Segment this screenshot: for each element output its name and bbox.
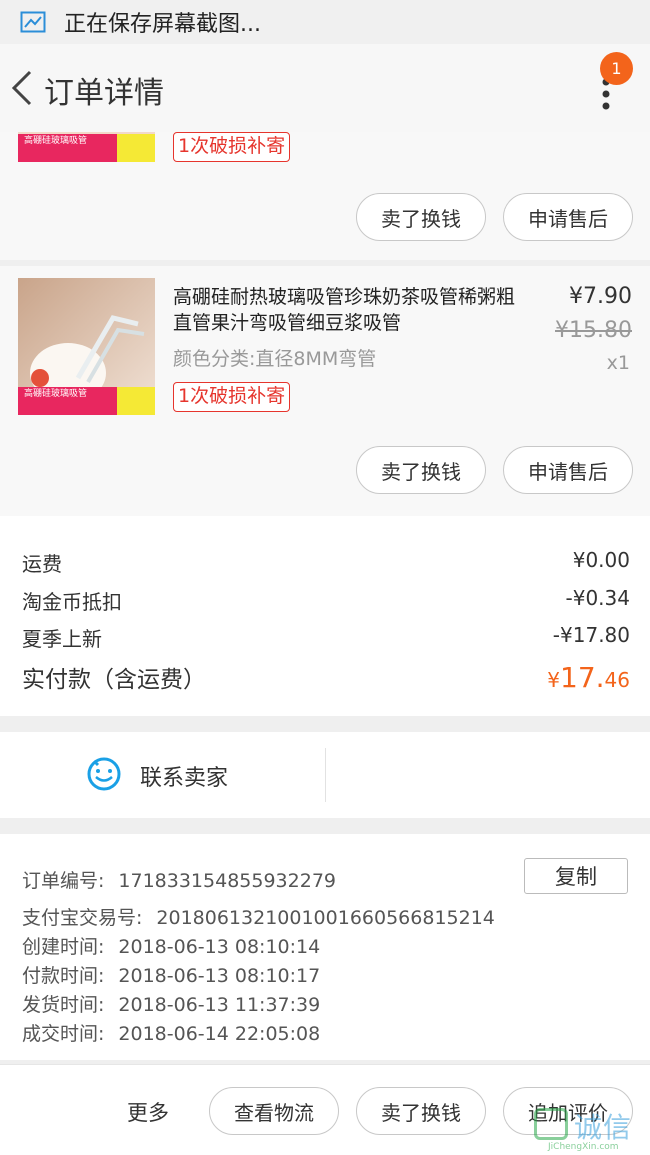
shipping-label: 运费 (22, 552, 62, 576)
divider (325, 748, 326, 802)
sell-button[interactable]: 卖了换钱 (356, 1087, 486, 1135)
sell-button[interactable]: 卖了换钱 (356, 193, 486, 241)
contact-seller-icon[interactable] (86, 756, 122, 792)
nav-bar: 订单详情 1 (0, 44, 650, 132)
shipped-row: 发货时间: 2018-06-13 11:37:39 (22, 990, 320, 1017)
sell-button[interactable]: 卖了换钱 (356, 446, 486, 494)
thumb-banner: 高硼硅玻璃吸管 (18, 134, 155, 162)
product-thumbnail[interactable]: 高硼硅玻璃吸管 (18, 278, 155, 415)
price-summary: 运费 ¥0.00 淘金币抵扣 -¥0.34 夏季上新 -¥17.80 实付款（含… (0, 516, 650, 716)
paid-time-label: 付款时间: (22, 965, 105, 987)
created-label: 创建时间: (22, 936, 105, 958)
aftersale-button[interactable]: 申请售后 (503, 193, 633, 241)
thumb-text: 高硼硅玻璃吸管 (24, 389, 88, 399)
paid-time-row: 付款时间: 2018-06-13 08:10:17 (22, 961, 320, 988)
paid-value: ¥17.46 (547, 661, 630, 694)
order-number-row: 订单编号: 171833154855932279 (22, 866, 336, 893)
paid-time: 2018-06-13 08:10:17 (118, 965, 321, 987)
watermark-site: JiChengXin.com (548, 1142, 619, 1152)
back-arrow-icon[interactable] (6, 66, 40, 110)
order-number-label: 订单编号: (22, 870, 105, 892)
order-number: 171833154855932279 (118, 870, 336, 892)
product-spec: 颜色分类:直径8MM弯管 (173, 348, 377, 370)
more-button[interactable]: 更多 (127, 1097, 169, 1127)
product-title[interactable]: 高硼硅耐热玻璃吸管珍珠奶茶吸管稀粥粗直管果汁弯吸管细豆浆吸管 (173, 284, 523, 336)
item-card-2: 高硼硅玻璃吸管 高硼硅耐热玻璃吸管珍珠奶茶吸管稀粥粗直管果汁弯吸管细豆浆吸管 颜… (0, 266, 650, 516)
contact-section: 联系卖家 (0, 732, 650, 818)
paid-int: 17. (560, 661, 605, 694)
shipped-time: 2018-06-13 11:37:39 (118, 994, 321, 1016)
view-logistics-button[interactable]: 查看物流 (209, 1087, 339, 1135)
alipay-label: 支付宝交易号: (22, 907, 143, 929)
page-title: 订单详情 (44, 76, 164, 111)
completed-time: 2018-06-14 22:05:08 (118, 1023, 321, 1045)
paid-dec: 46 (604, 668, 630, 692)
thumb-banner: 高硼硅玻璃吸管 (18, 387, 155, 415)
damage-reship-tag: 1次破损补寄 (173, 382, 291, 412)
screenshot-icon (20, 11, 46, 33)
shipped-label: 发货时间: (22, 994, 105, 1016)
coin-row: 淘金币抵扣 -¥0.34 (22, 586, 630, 615)
product-price: ¥7.90 (569, 284, 632, 309)
status-text: 正在保存屏幕截图... (64, 12, 261, 37)
contact-seller-button[interactable]: 联系卖家 (140, 760, 228, 792)
thumb-text: 高硼硅玻璃吸管 (24, 136, 88, 146)
item-card-1: 高硼硅玻璃吸管 1次破损补寄 卖了换钱 申请售后 (0, 132, 650, 260)
paid-currency: ¥ (547, 668, 561, 692)
watermark-logo: 诚信 JiChengXin.com (534, 1104, 650, 1152)
completed-row: 成交时间: 2018-06-14 22:05:08 (22, 1019, 320, 1046)
coin-value: -¥0.34 (565, 586, 630, 610)
promo-value: -¥17.80 (552, 623, 630, 647)
order-info: 订单编号: 171833154855932279 复制 支付宝交易号: 201806… (0, 834, 650, 1060)
copy-button[interactable]: 复制 (524, 858, 628, 894)
completed-label: 成交时间: (22, 1023, 105, 1045)
quantity: x1 (606, 352, 630, 374)
original-price: ¥15.80 (555, 318, 632, 343)
status-bar: 正在保存屏幕截图... (0, 0, 650, 44)
watermark-icon (534, 1108, 568, 1140)
aftersale-button[interactable]: 申请售后 (503, 446, 633, 494)
created-time: 2018-06-13 08:10:14 (118, 936, 321, 958)
paid-row: 实付款（含运费） ¥17.46 (22, 660, 630, 694)
notification-badge: 1 (600, 52, 633, 85)
paid-label: 实付款（含运费） (22, 667, 206, 693)
alipay-number: 2018061321001001660566815214 (156, 907, 495, 929)
created-row: 创建时间: 2018-06-13 08:10:14 (22, 932, 320, 959)
coin-label: 淘金币抵扣 (22, 590, 122, 614)
shipping-value: ¥0.00 (572, 548, 630, 572)
promo-row: 夏季上新 -¥17.80 (22, 623, 630, 652)
promo-label: 夏季上新 (22, 627, 102, 651)
alipay-row: 支付宝交易号: 2018061321001001660566815214 (22, 903, 495, 930)
shipping-row: 运费 ¥0.00 (22, 548, 630, 577)
product-thumbnail[interactable]: 高硼硅玻璃吸管 (18, 132, 155, 162)
damage-reship-tag: 1次破损补寄 (173, 132, 291, 162)
watermark-text: 诚信 (574, 1111, 633, 1144)
